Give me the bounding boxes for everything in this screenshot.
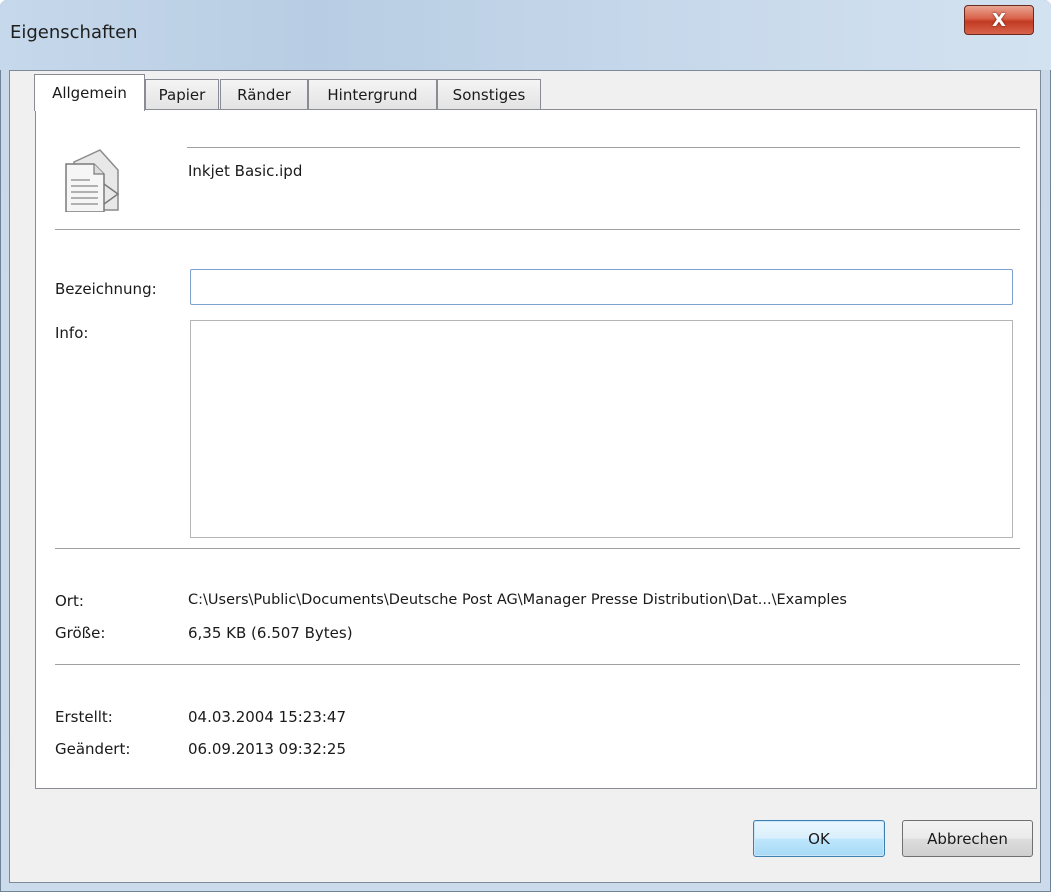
ok-button[interactable]: OK [753, 820, 885, 857]
bezeichnung-input[interactable] [190, 269, 1013, 305]
groesse-value: 6,35 KB (6.507 Bytes) [188, 624, 353, 642]
tab-sonstiges[interactable]: Sonstiges [437, 79, 541, 110]
file-name: Inkjet Basic.ipd [188, 162, 303, 180]
title-bar[interactable]: Eigenschaften [0, 0, 1051, 70]
erstellt-value: 04.03.2004 15:23:47 [188, 708, 347, 726]
cancel-button-label: Abbrechen [927, 829, 1008, 848]
tab-label: Ränder [237, 86, 291, 104]
bezeichnung-label: Bezeichnung: [55, 280, 157, 298]
close-button[interactable]: X [964, 5, 1034, 35]
tab-papier[interactable]: Papier [145, 79, 219, 110]
ort-value: C:\Users\Public\Documents\Deutsche Post … [188, 592, 847, 608]
tab-allgemein[interactable]: Allgemein [34, 74, 145, 111]
ort-label: Ort: [55, 592, 84, 610]
erstellt-label: Erstellt: [55, 708, 113, 726]
close-icon: X [992, 9, 1006, 31]
tab-label: Papier [158, 86, 206, 104]
separator [187, 147, 1020, 149]
groesse-label: Größe: [55, 624, 106, 642]
tab-label: Sonstiges [452, 86, 526, 104]
ok-button-label: OK [808, 829, 830, 848]
cancel-button[interactable]: Abbrechen [902, 820, 1033, 857]
info-label: Info: [55, 324, 89, 342]
geaendert-value: 06.09.2013 09:32:25 [188, 740, 347, 758]
window-title: Eigenschaften [10, 22, 138, 43]
info-textarea[interactable] [190, 320, 1013, 538]
tab-label: Allgemein [52, 84, 127, 102]
tab-raender[interactable]: Ränder [220, 79, 308, 110]
separator [55, 229, 1020, 231]
geaendert-label: Geändert: [55, 740, 131, 758]
separator [55, 664, 1020, 666]
document-icon [65, 149, 120, 212]
tab-label: Hintergrund [327, 86, 418, 104]
separator [55, 548, 1020, 550]
tab-hintergrund[interactable]: Hintergrund [308, 79, 437, 110]
